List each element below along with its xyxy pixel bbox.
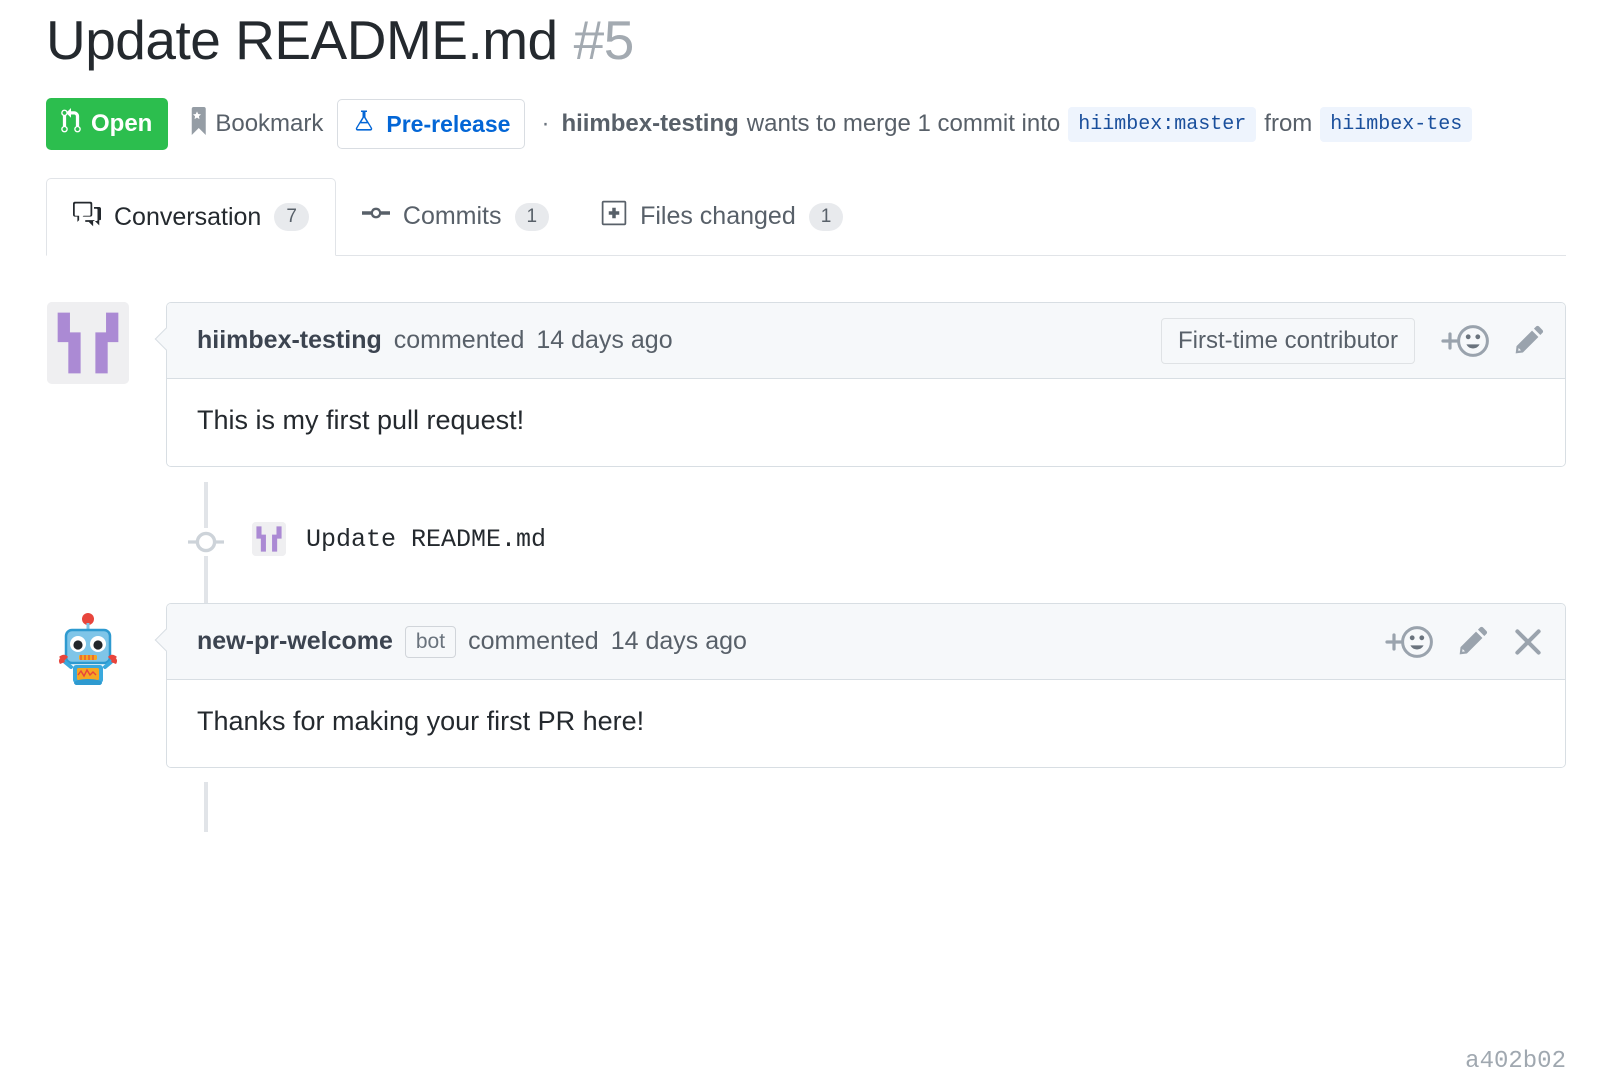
avatar[interactable] — [252, 522, 286, 556]
head-branch-chip[interactable]: hiimbex-tes — [1320, 106, 1473, 142]
status-badge: Open — [46, 98, 169, 150]
comment-card: new-pr-welcome bot commented 14 days ago — [154, 603, 1566, 768]
pencil-icon[interactable] — [1511, 324, 1545, 358]
avatar[interactable] — [47, 603, 129, 685]
git-commit-dot-icon — [188, 528, 224, 561]
commit-message-link[interactable]: Update README.md — [306, 525, 546, 554]
comment-action-label: commented — [393, 326, 525, 354]
pr-number: #5 — [573, 9, 635, 71]
commit-row[interactable]: Update README.md a402b02 — [252, 522, 1566, 1075]
identicon-avatar — [252, 522, 286, 556]
pr-tabs: Conversation 7 Commits 1 Files changed 1 — [46, 178, 1566, 256]
git-commit-icon — [361, 199, 390, 234]
from-label: from — [1264, 110, 1313, 137]
bot-badge: bot — [404, 625, 457, 658]
pre-release-button[interactable]: Pre-release — [337, 99, 526, 149]
bookmark-star-icon — [186, 106, 208, 142]
timeline-connector-bottom — [204, 782, 208, 832]
merge-description: wants to merge 1 commit into — [746, 110, 1061, 137]
identicon-avatar — [47, 302, 129, 384]
comment-action-label: commented — [468, 627, 599, 655]
comment-timestamp[interactable]: 14 days ago — [611, 627, 747, 656]
pull-request-page: Update README.md #5 Open Bookmark Pre-re… — [0, 0, 1604, 1075]
status-badge-label: Open — [91, 110, 153, 137]
close-icon[interactable] — [1511, 625, 1545, 659]
tab-commits[interactable]: Commits 1 — [336, 178, 575, 255]
tab-commits-count: 1 — [514, 202, 550, 231]
status-badge: First-time contributor — [1160, 317, 1415, 364]
meta-separator: · — [541, 110, 550, 137]
add-reaction-icon[interactable] — [1381, 625, 1433, 659]
add-reaction-icon[interactable] — [1437, 324, 1489, 358]
pencil-icon[interactable] — [1455, 625, 1489, 659]
comment-discussion-icon — [73, 200, 101, 235]
git-pull-request-icon — [60, 107, 82, 141]
pr-meta-row: Open Bookmark Pre-release · hiimbex-test… — [46, 98, 1473, 150]
bookmark-label: Bookmark — [215, 110, 324, 137]
comment-header: hiimbex-testing commented 14 days ago Fi… — [167, 303, 1565, 379]
timeline-connector-mid — [204, 556, 208, 604]
comment-author-link[interactable]: hiimbex-testing — [197, 326, 382, 355]
avatar[interactable] — [47, 302, 129, 384]
tab-conversation-count: 7 — [274, 203, 309, 231]
comment-timestamp[interactable]: 14 days ago — [536, 326, 672, 355]
comment-body: Thanks for making your first PR here! — [167, 680, 1565, 767]
tab-files-changed-label: Files changed — [640, 202, 796, 230]
tab-files-changed[interactable]: Files changed 1 — [575, 178, 869, 255]
page-title: Update README.md #5 — [46, 8, 634, 72]
pr-author-link[interactable]: hiimbex-testing — [561, 110, 738, 138]
pre-release-label: Pre-release — [386, 110, 511, 137]
comment-body: This is my first pull request! — [167, 379, 1565, 466]
base-branch-chip[interactable]: hiimbex:master — [1068, 106, 1257, 142]
comment-author-link[interactable]: new-pr-welcome — [197, 627, 393, 656]
comment-card: hiimbex-testing commented 14 days ago Fi… — [154, 302, 1566, 467]
file-diff-icon — [601, 199, 627, 234]
commit-sha[interactable]: a402b02 — [1465, 1048, 1566, 1075]
tab-commits-label: Commits — [402, 202, 502, 230]
tab-conversation[interactable]: Conversation 7 — [46, 178, 336, 256]
comment-header: new-pr-welcome bot commented 14 days ago — [167, 604, 1565, 680]
robot-avatar — [47, 603, 129, 685]
pr-title-text: Update README.md — [46, 9, 558, 71]
timeline-connector-top — [204, 482, 208, 528]
bookmark-button[interactable]: Bookmark — [186, 106, 324, 142]
tab-conversation-label: Conversation — [114, 202, 262, 231]
beaker-icon — [352, 107, 376, 141]
tab-files-changed-count: 1 — [808, 202, 844, 231]
